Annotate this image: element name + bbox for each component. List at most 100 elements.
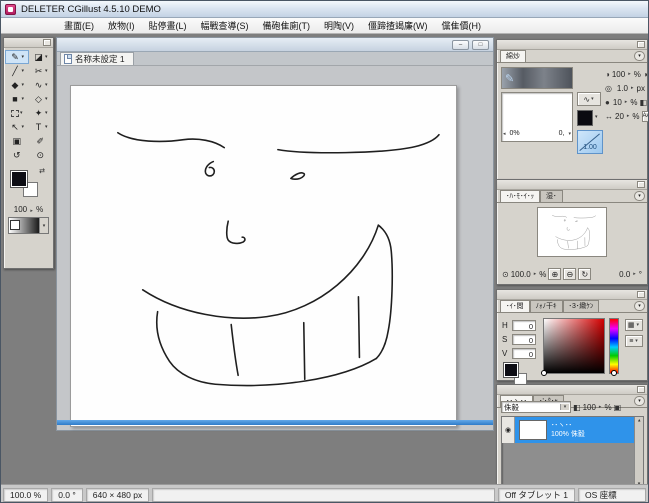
cutter-tool[interactable]: ✂▾	[29, 64, 53, 78]
layer-row[interactable]: ◉ ･･ヽ･･ 100% 侏毅	[502, 417, 634, 443]
zoom-out-button[interactable]: ⊖	[563, 268, 576, 280]
marquee-tool[interactable]: ▾	[5, 106, 29, 120]
spinner-icon[interactable]: ▸	[599, 404, 602, 410]
antialias-toggle[interactable]: AA	[642, 111, 649, 122]
spinner-icon[interactable]: ▸	[625, 99, 628, 105]
layer-list-scrollbar[interactable]: ▾ ▾	[634, 417, 643, 487]
rotate-view-button[interactable]: ↻	[578, 268, 591, 280]
gradient-preview[interactable]: ▾	[8, 217, 49, 234]
doc-maximize-button[interactable]: □	[472, 40, 489, 50]
spinner-icon[interactable]: ▸	[30, 208, 33, 214]
pen-tool[interactable]: ✎▾	[5, 50, 29, 64]
saturation-field[interactable]: 0	[512, 334, 536, 345]
spacing-value[interactable]: 20	[615, 112, 624, 121]
window-titlebar[interactable]: DELETER CGillust 4.5.10 DEMO	[1, 1, 648, 18]
wand-tool[interactable]: ✦▾	[29, 106, 53, 120]
hue-field[interactable]: 0	[512, 320, 536, 331]
crop-tool[interactable]: ▣	[5, 134, 29, 148]
menu-help[interactable]: 儻隹價(H)	[435, 17, 489, 34]
document-titlebar[interactable]: – □	[57, 38, 493, 52]
layers-panel-collapse-button[interactable]	[637, 386, 645, 393]
brush-tab[interactable]: 綿炒	[500, 50, 526, 62]
color-panel-titlebar[interactable]	[497, 290, 647, 300]
spinner-icon[interactable]: ▸	[633, 271, 636, 277]
navigator-tab-2[interactable]: 湿･	[540, 190, 563, 202]
sv-picker-marker[interactable]	[541, 370, 547, 376]
fill-tool[interactable]: ■▾	[5, 92, 29, 106]
menu-edit[interactable]: 放物(I)	[101, 17, 142, 34]
color-tab[interactable]: ･ｲ･閲	[500, 300, 530, 312]
foreground-color-swatch[interactable]	[503, 362, 519, 378]
hue-slider[interactable]	[609, 318, 619, 374]
color-tab-2[interactable]: ﾉｫﾉ干ｷ	[530, 300, 563, 312]
ink-tool[interactable]: ◆▾	[5, 78, 29, 92]
size-value[interactable]: 1.0	[614, 84, 628, 93]
scroll-up-icon[interactable]: ▾	[638, 417, 641, 423]
brush-panel-titlebar[interactable]	[497, 40, 647, 50]
menu-image[interactable]: 畫面(E)	[57, 17, 101, 34]
blend-mode-select[interactable]: 侏毅 ▾	[501, 401, 571, 413]
navigator-thumbnail[interactable]	[537, 207, 607, 257]
navigator-menu-button[interactable]: ▾	[634, 191, 645, 201]
gradient-node[interactable]	[10, 220, 20, 230]
palette-mode-button[interactable]: ▦▾	[625, 319, 643, 331]
spinner-icon[interactable]: ▸	[534, 271, 537, 277]
zoom-in-button[interactable]: ⊕	[548, 268, 561, 280]
hue-slider-marker[interactable]	[611, 370, 617, 376]
spinner-icon[interactable]: ▸	[631, 85, 634, 91]
swap-colors-icon[interactable]: ⇄	[39, 167, 45, 175]
toolbox-collapse-button[interactable]	[43, 39, 51, 46]
document-tab[interactable]: 名称未設定 1	[60, 52, 134, 65]
eraser-tool[interactable]: ◪▾	[29, 50, 53, 64]
navigator-tab[interactable]: ･ﾊ･ﾓ･ｲ･ｯ	[500, 190, 540, 202]
spinner-icon[interactable]: ▸	[628, 71, 631, 77]
brush-color-swatch[interactable]	[577, 110, 593, 126]
lock-icon[interactable]: ▣	[614, 403, 622, 412]
value-field[interactable]: 0	[512, 348, 536, 359]
gradient-dropdown[interactable]: ▾	[39, 218, 48, 233]
menu-selection[interactable]: 幅戰查導(S)	[194, 17, 256, 34]
doc-minimize-button[interactable]: –	[452, 40, 469, 50]
layers-panel-titlebar[interactable]	[497, 385, 647, 395]
opacity-mode-icon[interactable]: ◑	[643, 70, 648, 79]
layer-opacity-value[interactable]: 100	[583, 403, 596, 412]
density-value[interactable]: 10	[612, 98, 622, 107]
move-tool[interactable]: ↖▾	[5, 120, 29, 134]
color-tab-3[interactable]: ･3･緻ｹﾝ	[563, 300, 600, 312]
left-arrow-icon[interactable]: ◂	[503, 131, 506, 137]
navigator-collapse-button[interactable]	[637, 181, 645, 188]
foreground-color-swatch[interactable]	[10, 170, 28, 188]
canvas[interactable]	[70, 85, 457, 427]
density-mode-icon[interactable]: ◧	[639, 98, 647, 107]
opacity-value[interactable]: 100	[612, 70, 625, 79]
toolbox-titlebar[interactable]	[4, 38, 53, 48]
brush-type-strip[interactable]: ✎	[501, 67, 573, 89]
brush-panel-collapse-button[interactable]	[637, 41, 645, 48]
navigator-angle-value[interactable]: 0.0	[619, 270, 630, 279]
layer-visibility-toggle[interactable]: ◉	[502, 417, 515, 443]
menu-layer[interactable]: 貼停畫(L)	[142, 17, 194, 34]
saturation-value-picker[interactable]	[543, 318, 605, 374]
text-tool[interactable]: T▾	[29, 120, 53, 134]
pressure-curve-box[interactable]: 1.00	[577, 130, 603, 154]
rotate-tool[interactable]: ↺	[5, 148, 29, 162]
brush-panel-menu-button[interactable]: ▾	[634, 51, 645, 61]
navigator-zoom-value[interactable]: 100.0	[511, 270, 531, 279]
color-panel-collapse-button[interactable]	[637, 291, 645, 298]
spinner-icon[interactable]: ▸	[627, 113, 630, 119]
lasso-tool[interactable]: ◇▾	[29, 92, 53, 106]
menu-window[interactable]: 僵蹄揸竭廉(W)	[361, 17, 435, 34]
dropdown-arrow-icon[interactable]: ▾	[568, 131, 571, 137]
finger-tool[interactable]: ∿▾	[29, 78, 53, 92]
opacity-setting-icon: ◑	[605, 70, 610, 79]
menu-view[interactable]: 明陶(V)	[317, 17, 361, 34]
stroke-shape-button[interactable]: ∿ ▾	[577, 92, 601, 106]
menu-filter[interactable]: 備砲隹廁(T)	[256, 17, 318, 34]
zoom-tool[interactable]: ⊙	[29, 148, 53, 162]
slider-mode-button[interactable]: ≡▾	[625, 335, 643, 347]
line-tool[interactable]: ╱▾	[5, 64, 29, 78]
dropdown-arrow-icon[interactable]: ▾	[595, 114, 598, 120]
navigator-titlebar[interactable]	[497, 180, 647, 190]
color-panel-menu-button[interactable]: ▾	[634, 301, 645, 311]
eyedropper-tool[interactable]: ✐	[29, 134, 53, 148]
